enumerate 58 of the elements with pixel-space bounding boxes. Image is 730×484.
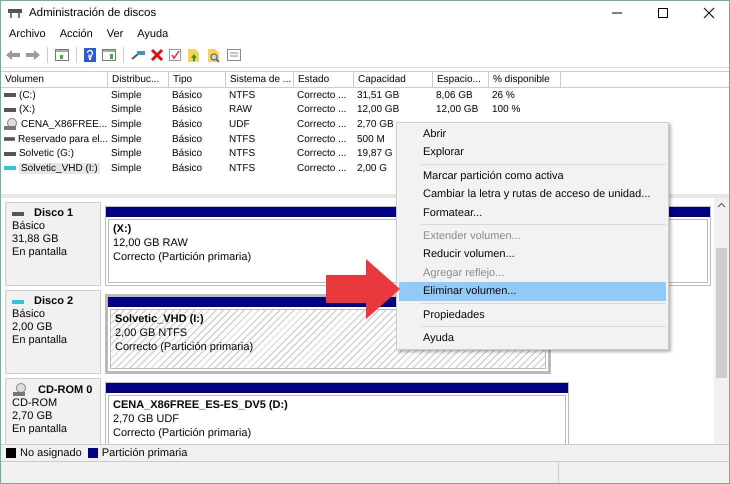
partition-label: (X:)	[113, 223, 132, 235]
table-cell: Simple	[111, 118, 142, 130]
table-cell: 26 %	[492, 90, 515, 101]
table-cell: Simple	[111, 148, 142, 160]
disk-name: Disco 1	[34, 207, 74, 220]
table-cell: 2,70 GB	[357, 118, 394, 130]
table-cell: 19,87 G	[357, 148, 393, 160]
table-cell: Básico	[172, 162, 202, 174]
disk-size: 31,88 GB	[12, 233, 60, 246]
table-cell: 8,06 GB	[436, 90, 473, 101]
partition-status: Correcto (Partición primaria)	[113, 427, 252, 439]
table-cell: 500 M	[357, 134, 385, 145]
disk-size: 2,70 GB	[12, 410, 54, 423]
table-cell: Simple	[111, 162, 142, 174]
table-cell: NTFS	[229, 134, 256, 145]
table-cell: 12,00 GB	[436, 104, 478, 116]
partition-size: 2,70 GB UDF	[113, 413, 180, 425]
disk-name: CD-ROM 0	[38, 384, 92, 396]
table-cell: Correcto ...	[297, 148, 346, 160]
table-cell: Simple	[111, 90, 142, 101]
table-cell: Correcto ...	[297, 90, 346, 101]
partition-status: Correcto (Partición primaria)	[115, 341, 254, 353]
table-cell: Correcto ...	[297, 162, 346, 174]
disk-type: Básico	[12, 220, 46, 233]
table-cell: 100 %	[492, 104, 520, 116]
table-cell: Correcto ...	[297, 118, 346, 130]
disk-status: En pantalla	[12, 334, 68, 347]
table-cell: NTFS	[229, 90, 256, 101]
table-cell: 2,00 G	[357, 162, 388, 174]
table-cell: Básico	[172, 118, 202, 130]
legend-label: No asignado	[20, 447, 82, 459]
partition-status: Correcto (Partición primaria)	[113, 251, 252, 263]
legend-label: Partición primaria	[102, 447, 188, 459]
table-cell: UDF	[229, 118, 250, 130]
table-cell: 31,51 GB	[357, 90, 400, 101]
disk-type: CD-ROM	[12, 397, 58, 410]
partition-label: CENA_X86FREE_ES-ES_DV5 (D:)	[113, 399, 288, 411]
table-cell: Correcto ...	[297, 104, 346, 116]
window-title: Administración de discos	[29, 7, 156, 19]
table-cell: Básico	[172, 148, 202, 160]
table-cell: Simple	[111, 104, 142, 116]
table-cell: Básico	[172, 134, 202, 145]
disk-status: En pantalla	[12, 246, 68, 259]
table-cell: RAW	[229, 104, 252, 116]
disk-name: Disco 2	[34, 295, 74, 308]
table-cell: Correcto ...	[297, 134, 346, 145]
table-cell: NTFS	[229, 148, 256, 160]
disk-type: Básico	[12, 308, 46, 321]
disk-size: 2,00 GB	[12, 321, 54, 334]
table-cell: Simple	[111, 134, 142, 145]
disk-status: En pantalla	[12, 423, 68, 436]
partition-size: 2,00 GB NTFS	[115, 327, 188, 339]
partition-size: 12,00 GB RAW	[113, 237, 188, 249]
partition-label: Solvetic_VHD (I:)	[115, 313, 204, 325]
table-cell: Básico	[172, 90, 202, 101]
table-cell: NTFS	[229, 162, 256, 174]
table-cell: Básico	[172, 104, 202, 116]
table-cell: 12,00 GB	[357, 104, 400, 116]
